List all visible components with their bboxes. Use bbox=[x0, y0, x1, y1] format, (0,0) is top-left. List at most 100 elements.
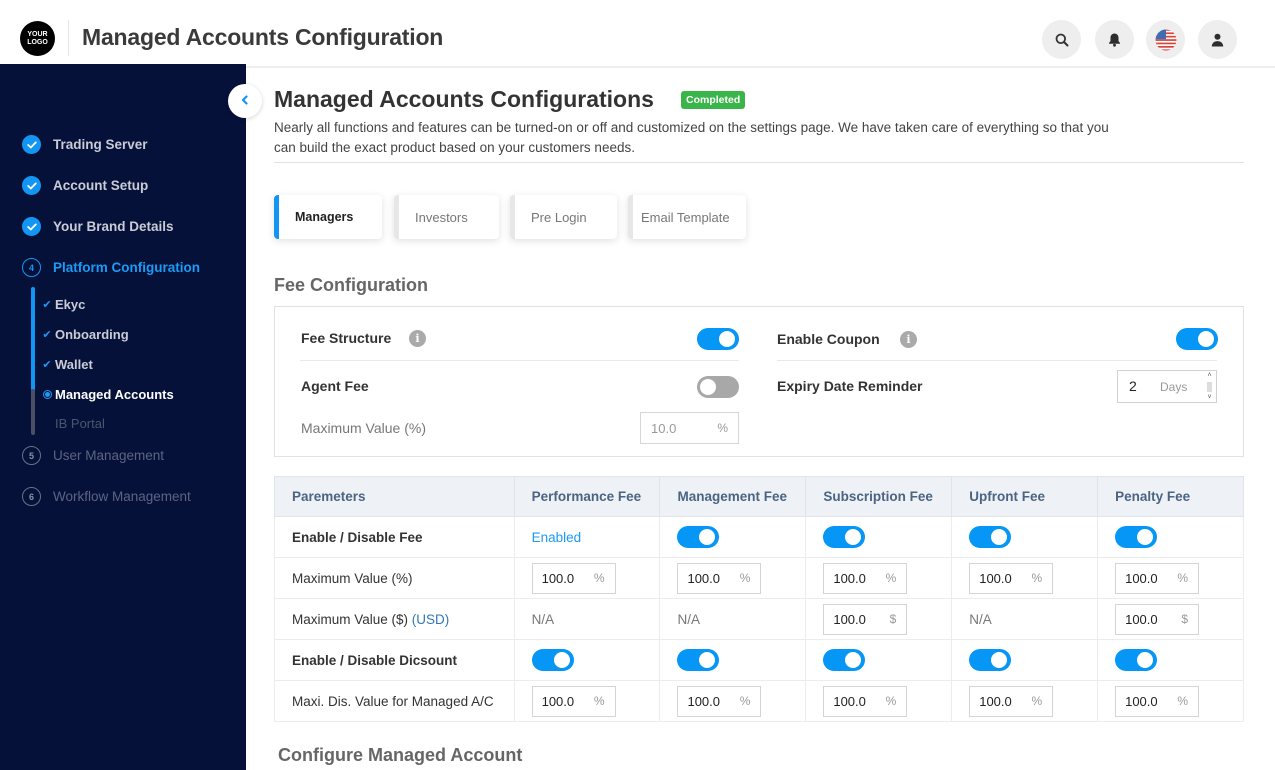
sidebar-step-workflow-management[interactable]: 6 Workflow Management bbox=[22, 487, 191, 506]
table-row: Maximum Value ($) (USD) N/A N/A 100.0 $ N/A 10… bbox=[274, 598, 1244, 640]
fee-toggle[interactable] bbox=[1115, 649, 1158, 671]
substep-ekyc[interactable]: ✔ Ekyc bbox=[41, 297, 85, 312]
input-unit: $ bbox=[1181, 612, 1189, 626]
chevron-up-icon[interactable]: ˄ bbox=[1207, 372, 1211, 379]
parameter-label: Maximum Value (%) bbox=[274, 557, 515, 599]
search-button[interactable] bbox=[1042, 20, 1081, 59]
table-cell: 100.0% bbox=[805, 680, 953, 722]
fee-value-input[interactable]: 100.0% bbox=[531, 685, 616, 717]
step-label: Account Setup bbox=[53, 178, 149, 193]
page-title: Managed Accounts Configurations bbox=[274, 86, 654, 112]
fee-value-input[interactable]: 100.0% bbox=[677, 562, 762, 594]
table-cell bbox=[951, 639, 1099, 681]
collapse-sidebar-button[interactable] bbox=[228, 84, 262, 118]
table-cell bbox=[1097, 516, 1244, 558]
check-icon: ✔ bbox=[42, 299, 52, 311]
expiry-reminder-label: Expiry Date Reminder bbox=[777, 378, 923, 394]
fee-toggle[interactable] bbox=[969, 526, 1012, 548]
fee-value-input[interactable]: 100.0 $ bbox=[823, 603, 908, 635]
input-unit: % bbox=[885, 571, 897, 585]
agent-fee-label: Agent Fee bbox=[301, 378, 369, 394]
info-icon[interactable]: i bbox=[900, 331, 917, 348]
fee-configuration-title: Fee Configuration bbox=[274, 275, 428, 295]
language-button[interactable] bbox=[1146, 20, 1185, 59]
sidebar-step-account-setup[interactable]: Account Setup bbox=[22, 176, 148, 195]
fee-toggle[interactable] bbox=[677, 649, 720, 671]
fee-value-input[interactable]: 100.0% bbox=[1115, 685, 1200, 717]
fee-value-input[interactable]: 100.0% bbox=[531, 562, 616, 594]
agent-fee-max-value-input[interactable]: 10.0 % bbox=[640, 412, 739, 444]
fee-structure-label: Fee Structure bbox=[301, 330, 392, 346]
substep-label: Managed Accounts bbox=[55, 387, 174, 402]
table-cell: N/A bbox=[513, 598, 661, 640]
input-unit: $ bbox=[889, 612, 897, 626]
input-value: 100.0 bbox=[833, 570, 866, 586]
info-icon[interactable]: i bbox=[409, 330, 426, 347]
input-value: 100.0 bbox=[1125, 611, 1158, 627]
input-unit: % bbox=[739, 694, 751, 708]
substep-onboarding[interactable]: ✔ Onboarding bbox=[41, 327, 129, 342]
tab-managers[interactable]: Managers bbox=[274, 195, 382, 239]
enable-coupon-toggle[interactable] bbox=[1176, 328, 1218, 350]
table-row: Maximum Value (%) 100.0% 100.0% 100.0% 100.0… bbox=[274, 557, 1244, 599]
fee-value-input[interactable]: 100.0% bbox=[969, 685, 1054, 717]
input-value: 10.0 bbox=[651, 420, 677, 436]
status-badge: Completed bbox=[681, 91, 746, 109]
sidebar-step-user-management[interactable]: 5 User Management bbox=[22, 446, 164, 465]
check-circle-icon bbox=[22, 135, 41, 154]
substep-ib-portal[interactable]: IB Portal bbox=[41, 416, 105, 431]
substep-label: IB Portal bbox=[55, 416, 105, 431]
expiry-reminder-stepper[interactable]: 2 Days ˄ ˅ bbox=[1117, 370, 1217, 403]
step-label: Trading Server bbox=[53, 137, 148, 152]
fee-value-input[interactable]: 100.0% bbox=[677, 685, 762, 717]
fee-toggle[interactable] bbox=[531, 649, 574, 671]
table-body: Enable / Disable Fee Enabled Maximum Value… bbox=[274, 516, 1244, 722]
fee-toggle[interactable] bbox=[677, 526, 720, 548]
parameter-label: Maximum Value ($) (USD) bbox=[274, 598, 515, 640]
substep-wallet[interactable]: ✔ Wallet bbox=[41, 357, 92, 372]
input-value: 100.0 bbox=[1125, 570, 1158, 586]
notifications-button[interactable] bbox=[1095, 20, 1134, 59]
fee-toggle[interactable] bbox=[823, 526, 866, 548]
sidebar-step-trading-server[interactable]: Trading Server bbox=[22, 135, 148, 154]
substep-managed-accounts[interactable]: Managed Accounts bbox=[41, 387, 174, 402]
agent-fee-toggle[interactable] bbox=[697, 376, 739, 398]
table-row: Enable / Disable Fee Enabled bbox=[274, 516, 1244, 558]
sidebar-step-brand-details[interactable]: Your Brand Details bbox=[22, 217, 174, 236]
current-dot-icon bbox=[41, 390, 53, 399]
substep-label: Ekyc bbox=[55, 297, 86, 312]
fee-toggle[interactable] bbox=[1115, 526, 1158, 548]
check-circle-icon bbox=[22, 217, 41, 236]
fee-value-input[interactable]: 100.0 $ bbox=[1115, 603, 1200, 635]
sidebar-step-platform-configuration[interactable]: 4 Platform Configuration bbox=[22, 258, 200, 277]
table-cell: 100.0% bbox=[1097, 557, 1244, 599]
tab-email-template[interactable]: Email Template bbox=[628, 195, 746, 239]
input-value: 100.0 bbox=[833, 611, 866, 627]
fee-structure-toggle[interactable] bbox=[697, 328, 739, 350]
tab-investors[interactable]: Investors bbox=[394, 195, 499, 239]
fee-value-input[interactable]: 100.0% bbox=[969, 562, 1054, 594]
profile-button[interactable] bbox=[1198, 20, 1237, 59]
fee-toggle[interactable] bbox=[823, 649, 866, 671]
column-header: Upfront Fee bbox=[951, 476, 1099, 517]
input-value: 100.0 bbox=[979, 693, 1012, 709]
chevron-down-icon[interactable]: ˅ bbox=[1207, 394, 1211, 401]
column-header: Management Fee bbox=[659, 476, 807, 517]
table-cell: Enabled bbox=[513, 516, 661, 558]
column-header: Paremeters bbox=[274, 476, 515, 517]
stepper-arrows[interactable]: ˄ ˅ bbox=[1205, 372, 1214, 401]
fee-value-input[interactable]: 100.0% bbox=[823, 685, 908, 717]
tab-pre-login[interactable]: Pre Login bbox=[510, 195, 617, 239]
fee-value-input[interactable]: 100.0% bbox=[823, 562, 908, 594]
table-cell: 100.0% bbox=[951, 557, 1099, 599]
top-header: YOUR LOGO Managed Accounts Configuration bbox=[0, 0, 1275, 68]
substep-label: Onboarding bbox=[55, 327, 129, 342]
tab-label: Investors bbox=[415, 209, 468, 225]
input-unit: % bbox=[885, 694, 897, 708]
fee-value-input[interactable]: 100.0% bbox=[1115, 562, 1200, 594]
not-applicable-text: N/A bbox=[531, 611, 555, 627]
divider bbox=[274, 162, 1244, 163]
fee-toggle[interactable] bbox=[969, 649, 1012, 671]
table-cell: 100.0% bbox=[513, 557, 661, 599]
input-value: 100.0 bbox=[833, 693, 866, 709]
